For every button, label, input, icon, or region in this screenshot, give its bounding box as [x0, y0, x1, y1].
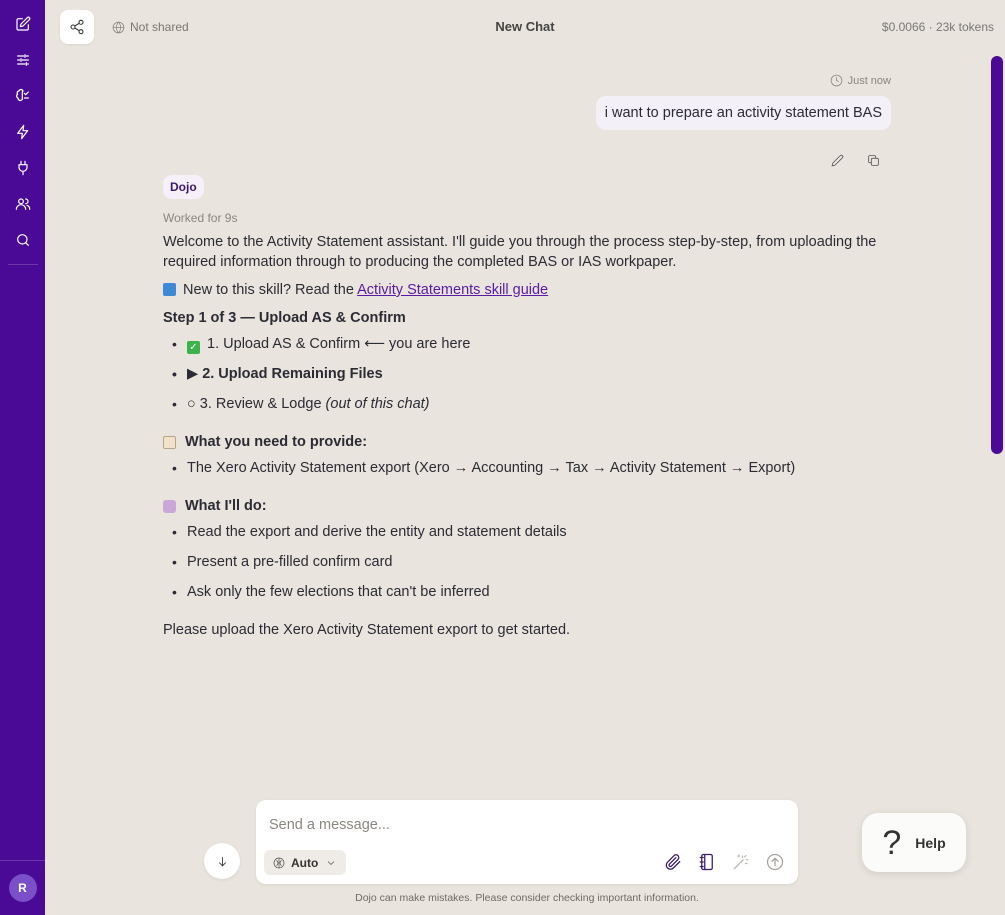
sidebar-nav	[7, 0, 39, 265]
scroll-to-bottom-button[interactable]	[204, 843, 240, 879]
timestamp-label: Just now	[847, 74, 891, 87]
play-icon: ▶	[187, 366, 199, 382]
attach-button[interactable]	[662, 851, 684, 873]
help-label: Help	[915, 834, 946, 851]
list-item: Read the export and derive the entity an…	[163, 522, 891, 542]
scrollbar-thumb[interactable]	[991, 56, 1003, 454]
composer-tools	[650, 851, 786, 873]
message-composer: Auto	[256, 800, 798, 884]
disclaimer: Dojo can make mistakes. Please consider …	[355, 892, 699, 904]
brain-icon	[15, 88, 29, 102]
step-text: 3. Review & Lodge	[199, 396, 322, 412]
clipboard-icon	[163, 435, 176, 449]
step-text: 2. Upload Remaining Files	[202, 366, 383, 382]
circle-icon: ○	[187, 396, 196, 412]
copy-icon	[867, 154, 879, 166]
users-icon	[15, 198, 30, 210]
share-status-label: Not shared	[130, 20, 189, 34]
magic-wand-icon	[733, 854, 749, 870]
list-item: Present a pre-filled confirm card	[163, 552, 891, 572]
sidebar-divider	[7, 264, 38, 265]
sidebar-footer: R	[0, 860, 45, 915]
arrow-down-icon	[218, 856, 226, 866]
lightning-icon	[16, 124, 28, 140]
intro-paragraph: Welcome to the Activity Statement assist…	[163, 234, 877, 270]
model-label: Auto	[291, 855, 319, 870]
step-heading: Step 1 of 3 — Upload AS & Confirm	[163, 310, 406, 326]
team-button[interactable]	[7, 188, 39, 220]
step-item: ▶ 2. Upload Remaining Files	[163, 364, 891, 384]
chat-title: New Chat	[495, 19, 555, 34]
step-item: ✓ 1. Upload AS & Confirm ⟵ you are here	[163, 334, 891, 354]
brain-icon	[273, 857, 285, 868]
model-selector[interactable]: Auto	[264, 850, 347, 875]
chevron-down-icon	[328, 860, 335, 865]
send-button[interactable]	[764, 851, 786, 873]
enhance-prompt-button[interactable]	[730, 851, 752, 873]
share-button[interactable]	[60, 10, 94, 44]
list-item: Ask only the few elections that can't be…	[163, 582, 891, 602]
do-heading-label: What I'll do:	[185, 498, 267, 514]
edit-message-button[interactable]	[825, 151, 849, 169]
message-input[interactable]	[269, 817, 769, 833]
step-note: (out of this chat)	[325, 396, 430, 412]
closing-paragraph: Please upload the Xero Activity Statemen…	[163, 622, 571, 638]
top-bar: Not shared New Chat $0.0066 · 23k tokens	[45, 0, 1005, 54]
step-text: 1. Upload AS & Confirm ⟵ you are here	[207, 336, 471, 352]
step-item: ○ 3. Review & Lodge (out of this chat)	[163, 394, 891, 414]
automations-button[interactable]	[7, 116, 39, 148]
do-list: Read the export and derive the entity an…	[163, 522, 891, 602]
notebook-button[interactable]	[696, 851, 718, 873]
share-icon	[70, 19, 84, 35]
paperclip-icon	[665, 854, 681, 870]
share-status: Not shared	[112, 20, 189, 34]
robot-icon	[163, 499, 176, 513]
globe-icon	[112, 21, 125, 33]
list-item: The Xero Activity Statement export (Xero…	[163, 458, 891, 478]
usage-stats: $0.0066 · 23k tokens	[881, 20, 994, 34]
new-chat-button[interactable]	[7, 8, 39, 40]
search-icon	[16, 234, 29, 246]
assistant-badge: Dojo	[163, 175, 204, 199]
plug-icon	[17, 160, 28, 176]
provide-list: The Xero Activity Statement export (Xero…	[163, 458, 891, 478]
question-mark-icon: ?	[882, 823, 902, 862]
guide-prefix: New to this skill? Read the	[183, 282, 358, 298]
worked-for-label: Worked for 9s	[163, 211, 238, 225]
guide-paragraph: New to this skill? Read the Activity Sta…	[163, 280, 891, 300]
settings-button[interactable]	[7, 44, 39, 76]
message-actions	[813, 151, 885, 169]
copy-message-button[interactable]	[861, 151, 885, 169]
integrations-button[interactable]	[7, 152, 39, 184]
provide-heading-label: What you need to provide:	[185, 434, 368, 450]
check-icon: ✓	[187, 341, 200, 354]
pencil-icon	[831, 154, 843, 166]
steps-list: ✓ 1. Upload AS & Confirm ⟵ you are here …	[163, 334, 891, 414]
skills-button[interactable]	[7, 80, 39, 112]
sidebar: R	[0, 0, 45, 915]
skill-guide-link[interactable]: Activity Statements skill guide	[357, 282, 548, 298]
pencil-square-icon	[15, 16, 30, 31]
assistant-message: Dojo Worked for 9s Welcome to the Activi…	[163, 175, 891, 640]
notebook-icon	[699, 853, 713, 871]
do-heading: What I'll do:	[163, 496, 891, 516]
search-button[interactable]	[7, 224, 39, 256]
sliders-icon	[16, 54, 29, 66]
provide-heading: What you need to provide:	[163, 432, 891, 452]
user-message: i want to prepare an activity statement …	[595, 96, 891, 130]
avatar[interactable]: R	[8, 874, 37, 902]
help-button[interactable]: ? Help	[862, 813, 966, 872]
message-timestamp: Just now	[830, 74, 891, 87]
clock-icon	[830, 74, 842, 87]
arrow-up-circle-icon	[766, 853, 784, 871]
book-icon	[163, 283, 176, 296]
